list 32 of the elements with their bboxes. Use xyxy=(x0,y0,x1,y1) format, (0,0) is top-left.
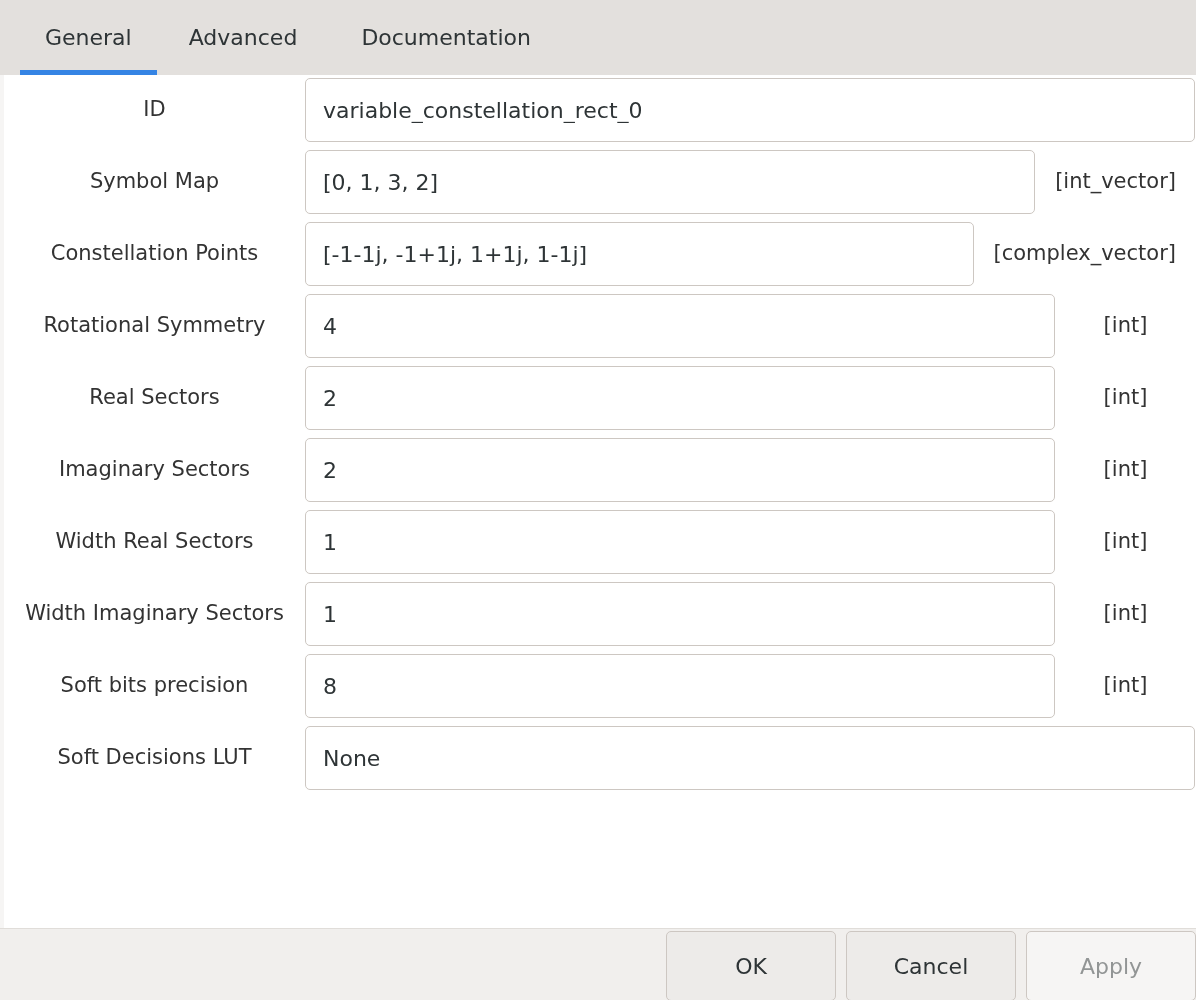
field-label: Width Imaginary Sectors xyxy=(24,600,285,628)
field-label: Width Real Sectors xyxy=(54,528,255,556)
field-label: Soft bits precision xyxy=(59,672,250,700)
dialog-button[interactable]: OK xyxy=(666,931,836,1000)
field-label: Rotational Symmetry xyxy=(42,312,267,340)
input-field[interactable]: 8 xyxy=(305,654,1055,718)
field-label: Constellation Points xyxy=(49,240,260,268)
type-label: [int] xyxy=(1102,672,1149,700)
input-field[interactable]: [0, 1, 3, 2] xyxy=(305,150,1036,214)
input-field[interactable]: variable_constellation_rect_0 xyxy=(305,78,1195,142)
input-field[interactable]: 2 xyxy=(305,366,1055,430)
field-label: Symbol Map xyxy=(88,168,221,196)
tab[interactable]: Advanced xyxy=(156,0,330,75)
type-label: [int] xyxy=(1102,528,1149,556)
dialog-button[interactable]: Cancel xyxy=(846,931,1016,1000)
field-label: Soft Decisions LUT xyxy=(56,744,253,772)
type-label: [int] xyxy=(1102,600,1149,628)
type-label: [int] xyxy=(1102,384,1149,412)
field-label: Real Sectors xyxy=(88,384,221,412)
input-field[interactable]: [-1-1j, -1+1j, 1+1j, 1-1j] xyxy=(305,222,974,286)
field-label: ID xyxy=(142,96,167,124)
input-field[interactable]: 1 xyxy=(305,582,1055,646)
input-field[interactable]: 2 xyxy=(305,438,1055,502)
tab[interactable]: Documentation xyxy=(329,0,563,75)
field-label: Imaginary Sectors xyxy=(57,456,252,484)
type-label: [int] xyxy=(1102,456,1149,484)
type-label: [int_vector] xyxy=(1054,168,1177,196)
type-label: [int] xyxy=(1102,312,1149,340)
input-field[interactable]: None xyxy=(305,726,1195,790)
type-label: [complex_vector] xyxy=(992,240,1177,268)
input-field[interactable]: 4 xyxy=(305,294,1055,358)
input-field[interactable]: 1 xyxy=(305,510,1055,574)
